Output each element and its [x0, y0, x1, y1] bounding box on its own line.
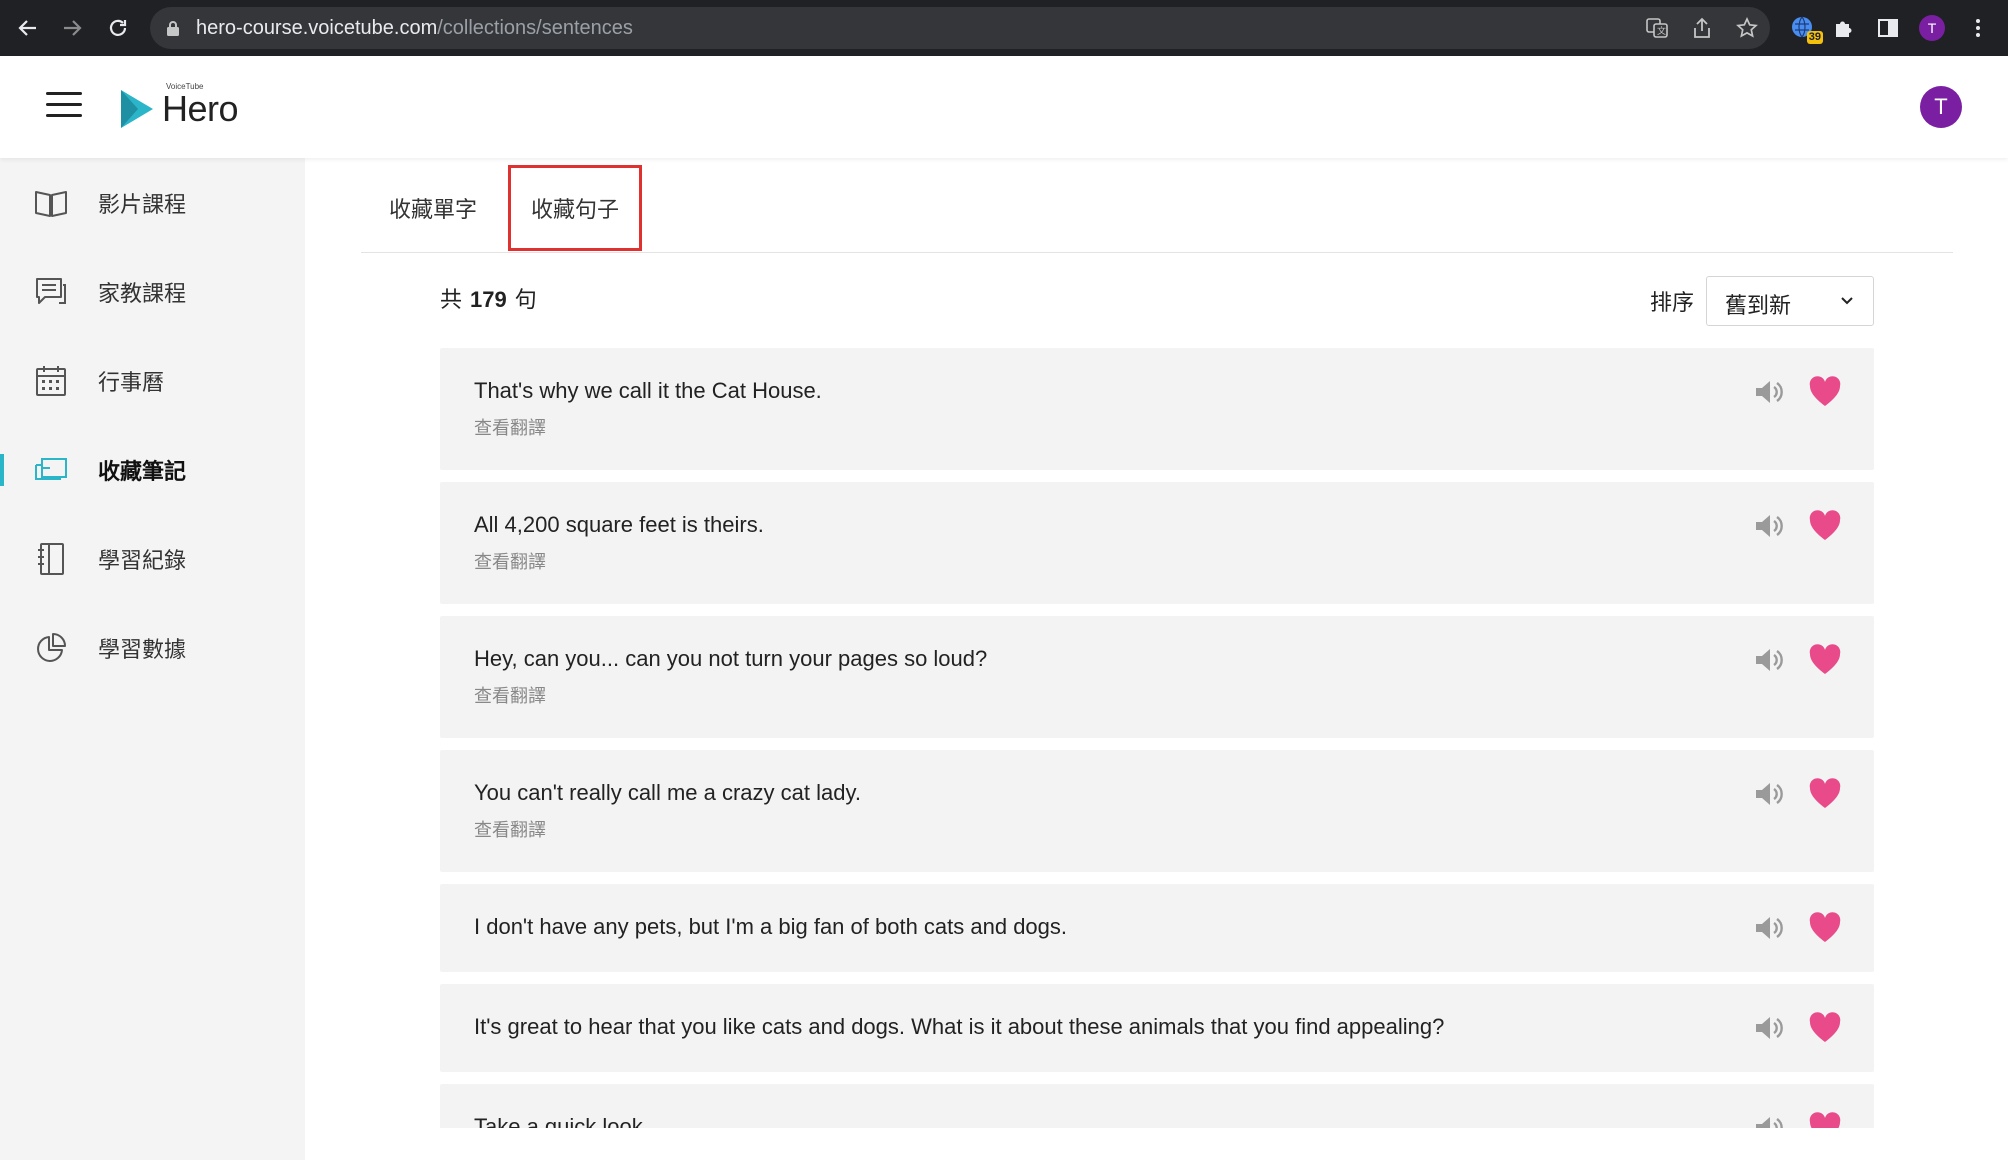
sentence-text: You can't really call me a crazy cat lad…: [474, 780, 861, 805]
view-translation-link[interactable]: 查看翻譯: [474, 548, 546, 574]
sentence-text: Hey, can you... can you not turn your pa…: [474, 646, 988, 671]
speaker-icon[interactable]: [1752, 912, 1784, 944]
sentence-card[interactable]: You can't really call me a crazy cat lad…: [440, 750, 1874, 872]
arrow-right-icon: [64, 20, 82, 36]
view-translation-link[interactable]: 查看翻譯: [474, 414, 546, 440]
reload-icon: [109, 19, 127, 36]
side-panel-icon: [1878, 19, 1898, 37]
arrow-left-icon: [18, 20, 36, 36]
url-host: hero-course.voicetube.com: [196, 17, 438, 39]
svg-text:文: 文: [1657, 25, 1666, 37]
reload-button[interactable]: [100, 10, 136, 46]
translate-icon[interactable]: 文: [1646, 18, 1668, 38]
sentence-text: Take a quick look: [474, 1114, 643, 1128]
sentence-text: I don't have any pets, but I'm a big fan…: [474, 914, 1068, 939]
heart-icon[interactable]: [1808, 644, 1842, 676]
heart-icon[interactable]: [1808, 376, 1842, 408]
view-translation-link[interactable]: 查看翻譯: [474, 682, 546, 708]
sentence-text: It's great to hear that you like cats an…: [474, 1014, 1445, 1039]
share-icon[interactable]: [1692, 17, 1712, 39]
view-translation-link[interactable]: 查看翻譯: [474, 816, 546, 842]
puzzle-icon: [1836, 21, 1852, 37]
extension-button[interactable]: 39: [1785, 10, 1823, 46]
hamburger-menu-icon[interactable]: [46, 92, 82, 122]
heart-icon[interactable]: [1808, 510, 1842, 542]
address-bar[interactable]: hero-course.voicetube.com/collections/se…: [150, 7, 1770, 49]
profile-avatar: T: [1919, 15, 1945, 41]
logo-text: Hero: [162, 88, 239, 129]
speaker-icon[interactable]: [1752, 1112, 1784, 1128]
app-header: VoiceTube Hero T: [0, 56, 2008, 158]
extensions-button[interactable]: [1826, 10, 1862, 46]
sentence-card[interactable]: It's great to hear that you like cats an…: [440, 984, 1874, 1072]
kebab-menu-icon: [1976, 19, 1980, 37]
sentence-list: That's why we call it the Cat House. 查看翻譯…: [0, 158, 2008, 1128]
heart-icon[interactable]: [1808, 1112, 1842, 1128]
star-icon[interactable]: [1736, 17, 1758, 39]
sentence-text: All 4,200 square feet is theirs.: [474, 512, 764, 537]
heart-icon[interactable]: [1808, 912, 1842, 944]
sentence-card[interactable]: Hey, can you... can you not turn your pa…: [440, 616, 1874, 738]
url-text: hero-course.voicetube.com/collections/se…: [196, 7, 633, 49]
lock-icon: [167, 21, 179, 36]
forward-button[interactable]: [54, 10, 90, 46]
sentence-text: That's why we call it the Cat House.: [474, 378, 822, 403]
logo-play-icon: [121, 90, 153, 128]
side-panel-button[interactable]: [1870, 10, 1906, 46]
heart-icon[interactable]: [1808, 1012, 1842, 1044]
speaker-icon[interactable]: [1752, 510, 1784, 542]
sentence-card[interactable]: I don't have any pets, but I'm a big fan…: [440, 884, 1874, 972]
url-path: /collections/sentences: [437, 17, 633, 39]
speaker-icon[interactable]: [1752, 1012, 1784, 1044]
sentence-card[interactable]: All 4,200 square feet is theirs. 查看翻譯: [440, 482, 1874, 604]
speaker-icon[interactable]: [1752, 644, 1784, 676]
back-button[interactable]: [10, 10, 46, 46]
logo[interactable]: VoiceTube Hero: [118, 82, 239, 134]
heart-icon[interactable]: [1808, 778, 1842, 810]
browser-toolbar: hero-course.voicetube.com/collections/se…: [0, 0, 2008, 56]
user-avatar[interactable]: T: [1920, 86, 1962, 128]
sentence-card[interactable]: Take a quick look: [440, 1084, 1874, 1128]
profile-button[interactable]: T: [1914, 10, 1950, 46]
extension-badge: 39: [1806, 31, 1823, 44]
logo-brand-small: VoiceTube: [166, 82, 204, 91]
speaker-icon[interactable]: [1752, 778, 1784, 810]
sentence-card[interactable]: That's why we call it the Cat House. 查看翻譯: [440, 348, 1874, 470]
speaker-icon[interactable]: [1752, 376, 1784, 408]
browser-menu-button[interactable]: [1960, 10, 1996, 46]
